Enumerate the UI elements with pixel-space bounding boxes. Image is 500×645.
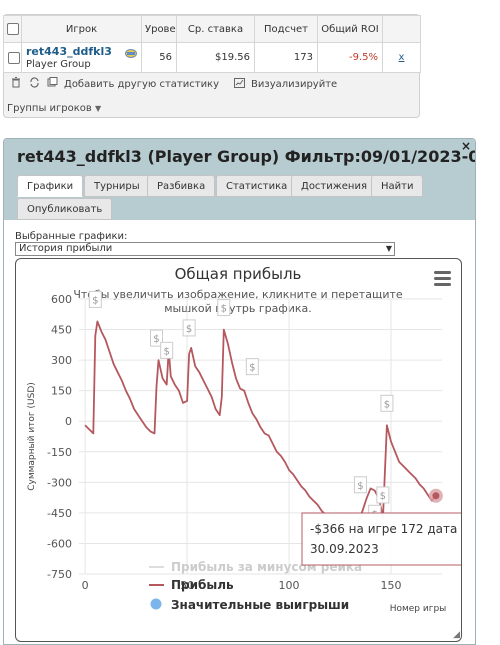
panel-title: ret443_ddfkl3 (Player Group) Фильтр:09/0… (17, 147, 475, 166)
chart-tooltip-line2: 30.09.2023 (310, 542, 379, 556)
tab-graphs[interactable]: Графики (17, 175, 84, 197)
refresh-icon[interactable] (28, 77, 40, 91)
chart-subtitle-line2: мышкой внутрь графика. (164, 302, 312, 315)
legend-item-label: Прибыль (171, 578, 234, 592)
player-name-link[interactable]: ret443_ddfkl3 (26, 45, 137, 58)
visualize-link[interactable]: Визуализируйте (251, 79, 337, 90)
selected-graphs-label: Выбранные графики: (15, 231, 128, 242)
significant-win-marker-label: $ (249, 363, 255, 374)
y-tick-label: 0 (65, 415, 72, 428)
chart-title: Общая прибыль (175, 265, 302, 283)
player-cell: ret443_ddfkl3 Player Group (21, 42, 142, 73)
significant-win-marker-label: $ (92, 295, 98, 306)
avg-stake-cell: $19.56 (176, 42, 255, 73)
level-cell: 56 (141, 42, 177, 73)
graphs-panel-header: ret443_ddfkl3 (Player Group) Фильтр:09/0… (4, 139, 475, 220)
stats-toolbar: Добавить другую статистику Визуализируйт… (4, 73, 419, 95)
col-header-count[interactable]: Подсчет (254, 15, 318, 43)
player-groups-dropdown[interactable]: Группы игроков ▼ (7, 103, 101, 114)
significant-win-marker-label: $ (164, 346, 170, 357)
y-tick-label: -600 (47, 537, 72, 550)
x-axis-label: Номер игры (390, 604, 447, 614)
significant-win-marker-label: $ (221, 304, 227, 315)
col-header-roi[interactable]: Общий ROI (317, 15, 383, 43)
col-header-remove (382, 15, 421, 43)
y-tick-label: -450 (47, 507, 72, 520)
row-select-cell[interactable] (3, 42, 22, 73)
x-tick-label: 150 (381, 579, 402, 592)
y-tick-label: -300 (47, 476, 72, 489)
graphs-panel-body: Выбранные графики: История прибыли ▼ Общ… (4, 220, 475, 644)
profit-chart[interactable]: Общая прибыльЧтобы увеличить изображение… (16, 259, 465, 641)
col-header-avg-stake[interactable]: Ср. ставка (176, 15, 255, 43)
chart-icon[interactable] (233, 77, 245, 91)
player-groups-label: Группы игроков (7, 103, 92, 114)
y-axis-label: Суммарный итог (USD) (27, 382, 37, 491)
select-all-cell[interactable] (3, 15, 22, 43)
network-logo-icon (125, 49, 137, 58)
hover-point (432, 492, 440, 500)
chart-frame: Общая прибыль Чтобы увеличить изображение… (15, 258, 465, 642)
remove-player-link[interactable]: x (382, 42, 421, 73)
profit-series-line (84, 320, 437, 547)
player-stats-box: Игрок Уровень Ср. ставка Подсчет Общий R… (3, 14, 421, 118)
stats-table: Игрок Уровень Ср. ставка Подсчет Общий R… (3, 15, 421, 73)
chart-tooltip-box (301, 512, 465, 566)
close-icon[interactable]: × (461, 139, 471, 153)
row-checkbox[interactable] (8, 51, 20, 64)
significant-win-marker-label: $ (357, 481, 363, 492)
legend-marker-significant-wins (150, 598, 162, 610)
table-row: ret443_ddfkl3 Player Group 56 $19.56 173… (3, 42, 421, 73)
tab-achievements[interactable]: Достижения (291, 175, 377, 197)
add-stat-link[interactable]: Добавить другую статистику (64, 79, 219, 90)
tab-publish[interactable]: Опубликовать (17, 198, 113, 220)
significant-win-marker-label: $ (380, 491, 386, 502)
chart-tooltip-line1: -$366 на игре 172 дата (310, 522, 457, 536)
chevron-down-icon: ▼ (385, 244, 392, 253)
y-tick-label: -150 (47, 446, 72, 459)
table-header-row: Игрок Уровень Ср. ставка Подсчет Общий R… (3, 15, 421, 43)
roi-cell: -9.5% (317, 42, 383, 73)
tab-find[interactable]: Найти (371, 175, 424, 197)
hamburger-menu-icon-bar-2 (434, 283, 451, 286)
y-tick-label: 450 (51, 324, 72, 337)
tab-statistics[interactable]: Статистика (216, 175, 298, 197)
hamburger-menu-icon-bar-1 (434, 277, 451, 280)
y-tick-label: 600 (51, 293, 72, 306)
tab-breakdown[interactable]: Разбивка (147, 175, 216, 197)
col-header-level[interactable]: Уровень (141, 15, 177, 43)
count-cell: 173 (254, 42, 318, 73)
hamburger-menu-icon-bar-0 (434, 271, 451, 274)
resize-handle-icon[interactable]: ◢ (453, 630, 460, 640)
graph-select[interactable]: История прибыли ▼ (15, 242, 395, 256)
x-tick-label: 0 (82, 579, 89, 592)
add-stat-icon[interactable] (46, 77, 58, 91)
select-all-checkbox[interactable] (7, 23, 19, 35)
y-tick-label: 300 (51, 354, 72, 367)
trash-icon[interactable] (10, 77, 22, 91)
player-group-label: Player Group (26, 58, 91, 70)
graphs-panel: ret443_ddfkl3 (Player Group) Фильтр:09/0… (3, 138, 476, 645)
graph-select-value: История прибыли (19, 243, 113, 254)
significant-win-marker-label: $ (384, 399, 390, 410)
significant-win-marker-label: $ (186, 324, 192, 335)
chevron-down-icon: ▼ (94, 104, 102, 113)
y-tick-label: -750 (47, 568, 72, 581)
col-header-player[interactable]: Игрок (21, 15, 142, 43)
legend-item-label: Значительные выигрыши (171, 598, 349, 612)
x-tick-label: 100 (279, 579, 300, 592)
tab-tournaments[interactable]: Турниры (84, 175, 150, 197)
y-tick-label: 150 (51, 385, 72, 398)
significant-win-marker-label: $ (153, 334, 159, 345)
